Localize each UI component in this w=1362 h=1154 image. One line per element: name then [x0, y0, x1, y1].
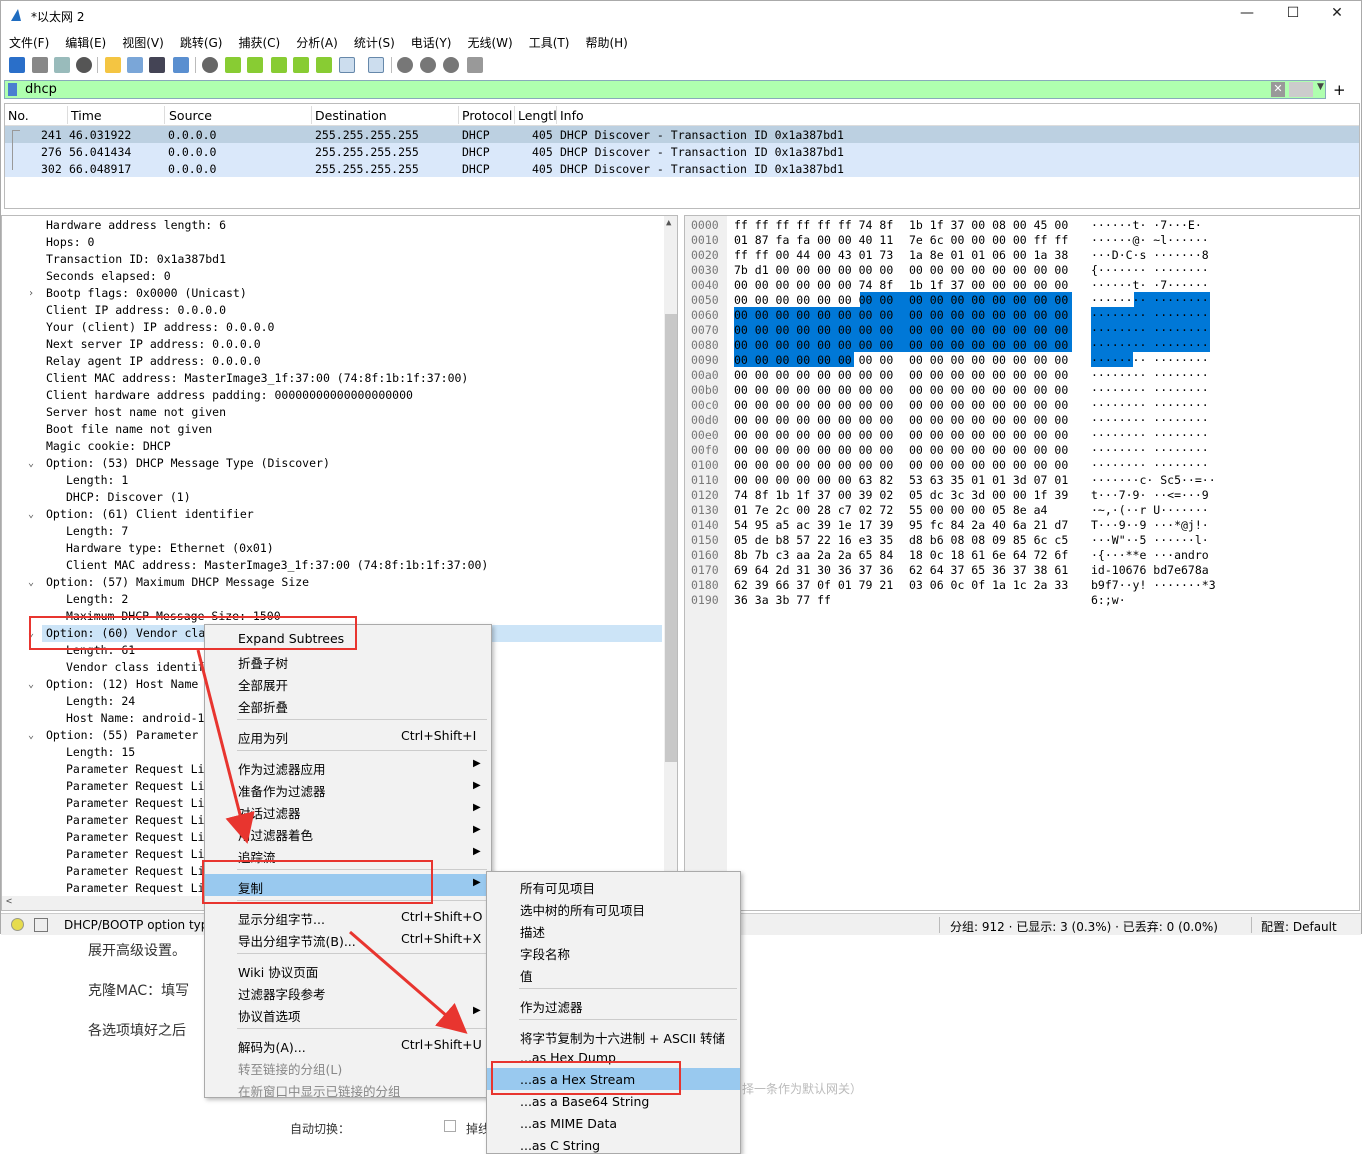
annotation-arrows [196, 649, 468, 1034]
arrow-to-hex-stream [349, 930, 468, 1034]
arrow-to-copy [196, 649, 255, 844]
